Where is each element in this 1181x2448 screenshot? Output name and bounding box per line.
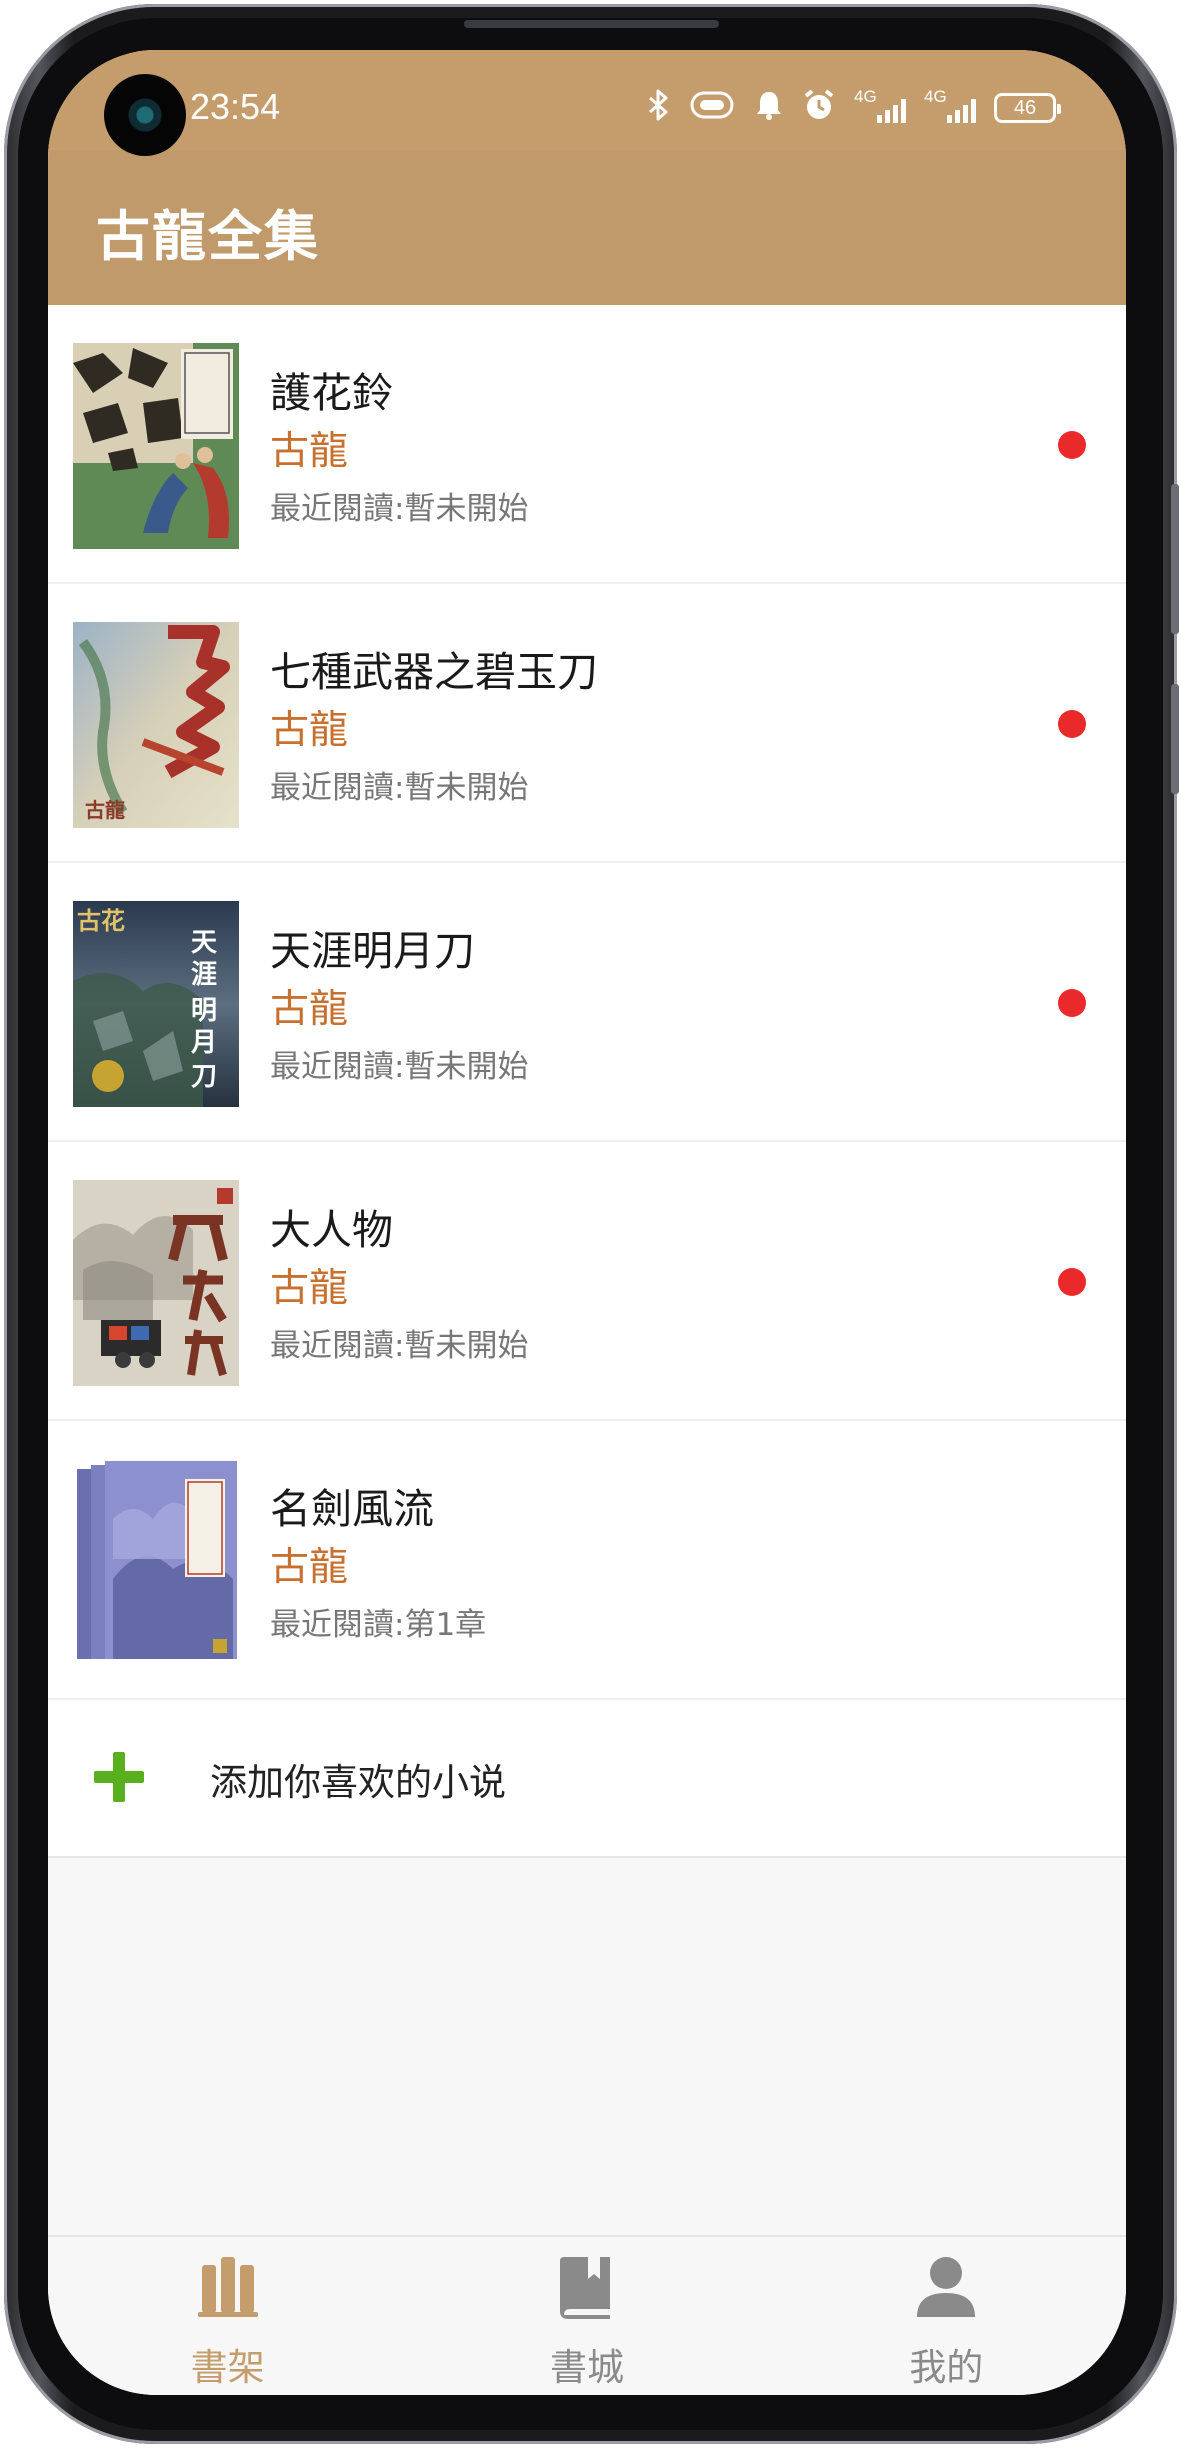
nav-label: 我的 <box>909 2346 984 2389</box>
book-icon <box>552 2251 622 2321</box>
plus-icon <box>94 1752 144 1802</box>
nav-label: 書城 <box>549 2346 624 2389</box>
screen: 23:54 4G 4G 46 古龍全集 護花鈴 古龍 最近閱讀:暫未開始 古龍 … <box>48 50 1126 2395</box>
power-button <box>1171 684 1179 794</box>
book-cover: 古龍 <box>73 622 239 828</box>
status-time: 23:54 <box>190 86 281 127</box>
book-title: 名劍風流 <box>270 1485 434 1533</box>
book-author: 古龍 <box>270 429 349 474</box>
svg-text:涯: 涯 <box>191 960 217 990</box>
svg-text:古龍: 古龍 <box>85 798 125 822</box>
signal-icon: 4G <box>854 87 906 125</box>
book-item[interactable]: 古花 天 涯 明 月 刀 天涯明月刀 古龍 最近閱讀:暫未開始 <box>48 863 1126 1142</box>
page-title: 古龍全集 <box>96 205 320 268</box>
book-item[interactable]: 古龍 七種武器之碧玉刀 古龍 最近閱讀:暫未開始 <box>48 584 1126 863</box>
svg-text:古花: 古花 <box>77 906 125 935</box>
nav-bookshelf[interactable]: 書架 <box>48 2237 407 2395</box>
front-camera <box>104 74 186 156</box>
add-novel-label: 添加你喜欢的小说 <box>210 1761 506 1804</box>
svg-text:天: 天 <box>191 928 217 958</box>
person-icon <box>911 2251 981 2321</box>
book-author: 古龍 <box>270 1545 349 1590</box>
book-cover <box>73 1180 239 1386</box>
bell-icon <box>754 89 784 127</box>
app-header: 23:54 4G 4G 46 古龍全集 <box>48 50 1126 305</box>
book-cover <box>73 1459 239 1665</box>
signal-icon: 4G <box>924 87 976 125</box>
book-title: 天涯明月刀 <box>270 927 475 975</box>
alarm-icon <box>802 88 836 128</box>
book-last-read: 最近閱讀:暫未開始 <box>270 491 529 527</box>
nav-label: 書架 <box>190 2346 265 2389</box>
book-last-read: 最近閱讀:暫未開始 <box>270 1049 529 1085</box>
volume-button <box>1171 484 1179 634</box>
book-author: 古龍 <box>270 987 349 1032</box>
book-last-read: 最近閱讀:暫未開始 <box>270 1328 529 1364</box>
book-title: 大人物 <box>270 1206 393 1254</box>
bottom-nav: 書架 書城 我的 <box>48 2235 1126 2395</box>
add-novel-button[interactable]: 添加你喜欢的小说 <box>48 1700 1126 1858</box>
signal-type-label: 4G <box>924 87 947 106</box>
svg-text:月: 月 <box>190 1028 217 1058</box>
unread-dot <box>1058 1268 1086 1296</box>
unread-dot <box>1058 431 1086 459</box>
book-item[interactable]: 大人物 古龍 最近閱讀:暫未開始 <box>48 1142 1126 1421</box>
book-author: 古龍 <box>270 1266 349 1311</box>
bluetooth-icon <box>648 89 670 127</box>
unread-dot <box>1058 989 1086 1017</box>
book-list: 護花鈴 古龍 最近閱讀:暫未開始 古龍 七種武器之碧玉刀 古龍 最近閱讀:暫未開… <box>48 305 1126 1858</box>
earpiece-speaker <box>464 20 719 28</box>
book-author: 古龍 <box>270 708 349 753</box>
nav-profile[interactable]: 我的 <box>767 2237 1126 2395</box>
book-title: 護花鈴 <box>270 369 393 417</box>
book-last-read: 最近閱讀:暫未開始 <box>270 770 529 806</box>
status-icons: 4G 4G 46 <box>648 87 1061 128</box>
battery-icon: 46 <box>994 93 1061 123</box>
unread-dot <box>1058 710 1086 738</box>
signal-type-label: 4G <box>854 87 877 106</box>
book-cover <box>73 343 239 549</box>
book-item[interactable]: 護花鈴 古龍 最近閱讀:暫未開始 <box>48 305 1126 584</box>
book-cover: 古花 天 涯 明 月 刀 <box>73 901 239 1107</box>
bookshelf-icon <box>193 2251 263 2321</box>
book-last-read: 最近閱讀:第1章 <box>270 1607 487 1643</box>
svg-text:刀: 刀 <box>191 1062 217 1092</box>
book-title: 七種武器之碧玉刀 <box>270 648 598 696</box>
status-bar: 23:54 4G 4G 46 <box>48 50 1126 156</box>
vibrate-icon <box>688 90 736 126</box>
book-item[interactable]: 名劍風流 古龍 最近閱讀:第1章 <box>48 1421 1126 1700</box>
nav-bookstore[interactable]: 書城 <box>407 2237 766 2395</box>
battery-level: 46 <box>1013 96 1037 119</box>
svg-text:明: 明 <box>191 996 217 1026</box>
